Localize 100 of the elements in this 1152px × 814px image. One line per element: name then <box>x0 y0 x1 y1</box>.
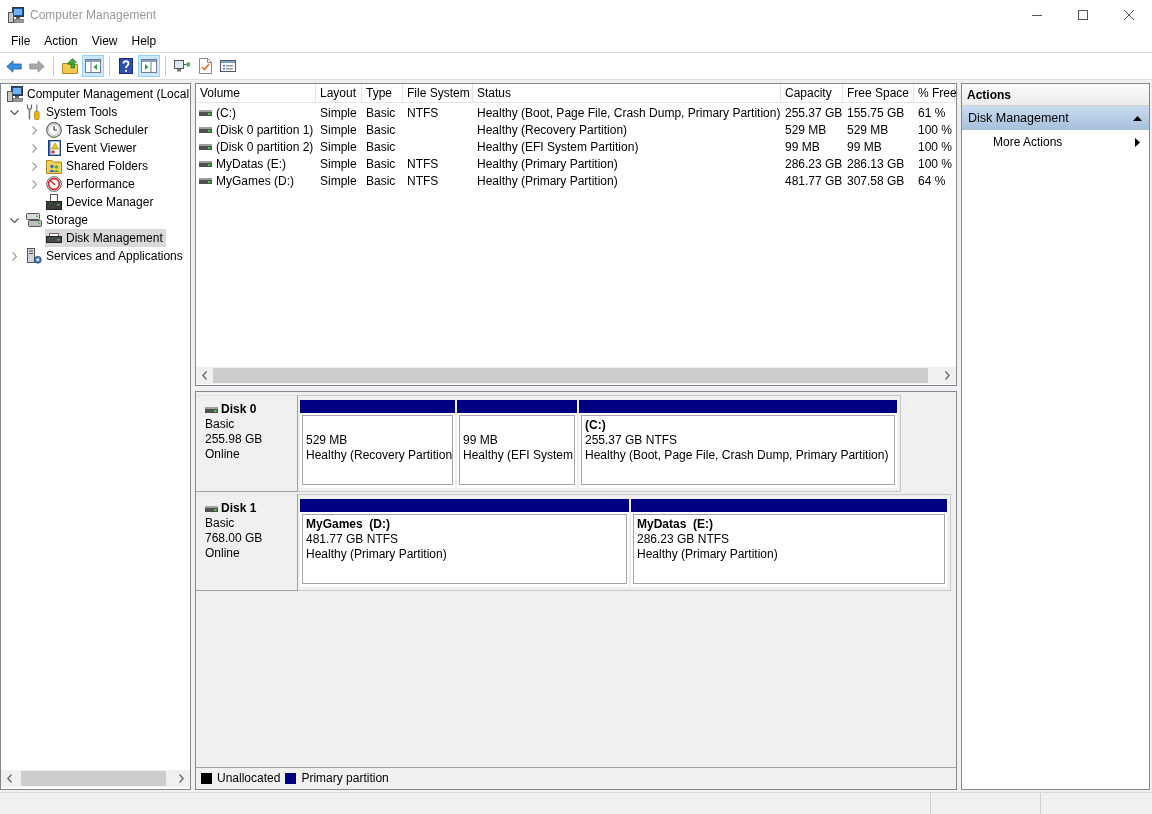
table-cell: (C:) <box>216 105 236 120</box>
column-header[interactable]: File System <box>403 84 473 103</box>
horizontal-scrollbar[interactable] <box>1 770 190 787</box>
column-header[interactable]: % Free <box>914 84 955 103</box>
maximize-icon <box>1078 10 1088 20</box>
computer-icon <box>7 86 23 102</box>
disk-size: 255.98 GB <box>205 432 263 447</box>
drive-icon <box>199 126 212 133</box>
partition-label: MyGames (D:) <box>306 517 391 532</box>
tree-item[interactable]: System Tools <box>25 103 121 121</box>
scrollbar-thumb[interactable] <box>21 771 166 786</box>
chevron-right-icon[interactable] <box>31 161 37 171</box>
chevron-right-icon[interactable] <box>31 179 37 189</box>
table-cell: Basic <box>366 156 396 171</box>
disk-panel[interactable]: Disk 0 Basic 255.98 GB Online <box>196 395 298 492</box>
action-section-header[interactable]: Disk Management <box>962 106 1149 130</box>
window-arrow-right-icon <box>141 59 157 73</box>
partition[interactable]: 529 MB Healthy (Recovery Partition <box>300 400 455 488</box>
show-action-pane-button[interactable] <box>138 55 160 77</box>
chevron-right-icon[interactable] <box>31 143 37 153</box>
column-header[interactable]: Capacity <box>781 84 843 103</box>
column-header[interactable]: Type <box>362 84 403 103</box>
table-cell: 255.37 GB <box>785 105 843 120</box>
table-cell: Simple <box>320 139 357 154</box>
table-cell: 99 MB <box>847 139 882 154</box>
partition-label: (C:) <box>585 418 606 433</box>
drive-icon <box>205 406 218 413</box>
gauge-icon <box>46 176 62 192</box>
partition[interactable]: (C:) 255.37 GB NTFS Healthy (Boot, Page File, Crash Dump, Primary Partition) <box>579 400 897 488</box>
drive-icon <box>205 505 218 512</box>
table-cell: MyDatas (E:) <box>216 156 286 171</box>
table-cell: 529 MB <box>847 122 889 137</box>
column-header[interactable]: Layout <box>316 84 362 103</box>
partition[interactable]: MyGames (D:) 481.77 GB NTFS Healthy (Primary Partition) <box>300 499 629 587</box>
partition-size: 99 MB <box>463 433 498 448</box>
menu-item[interactable]: File <box>4 31 38 51</box>
tree-item[interactable]: Event Viewer <box>45 139 140 157</box>
table-cell: (Disk 0 partition 2) <box>216 139 314 154</box>
table-row[interactable]: (C:) Simple Basic NTFS Healthy (Boot, Page File, Crash Dump, Primary Partition) 255.37 GB 155.75 GB 61 % <box>196 104 956 121</box>
table-cell: Simple <box>320 105 357 120</box>
show-tree-button[interactable] <box>82 55 104 77</box>
tree-item[interactable]: Performance <box>45 175 138 193</box>
tools-icon <box>26 104 42 120</box>
disk-size: 768.00 GB <box>205 531 263 546</box>
window-arrow-left-icon <box>85 59 101 73</box>
event-log-icon <box>46 140 62 156</box>
table-row[interactable]: MyGames (D:) Simple Basic NTFS Healthy (Primary Partition) 481.77 GB 307.58 GB 64 % <box>196 172 956 189</box>
chevron-right-icon[interactable] <box>31 125 37 135</box>
scrollbar-thumb[interactable] <box>213 368 928 383</box>
table-cell: 100 % <box>918 139 953 154</box>
tree-item[interactable]: Disk Management <box>45 229 166 247</box>
partition[interactable]: 99 MB Healthy (EFI System <box>457 400 577 488</box>
table-row[interactable]: MyDatas (E:) Simple Basic NTFS Healthy (Primary Partition) 286.23 GB 286.13 GB 100 % <box>196 155 956 172</box>
table-cell: Basic <box>366 122 396 137</box>
chevron-down-icon[interactable] <box>9 217 19 223</box>
tree-item[interactable]: Computer Management (Local <box>6 85 190 103</box>
column-header[interactable]: Status <box>473 84 781 103</box>
disk-type: Basic <box>205 417 235 432</box>
drive-icon <box>199 109 212 116</box>
table-row[interactable]: (Disk 0 partition 1) Simple Basic Healthy (Recovery Partition) 529 MB 529 MB 100 % <box>196 121 956 138</box>
table-row[interactable]: (Disk 0 partition 2) Simple Basic Healthy (EFI System Partition) 99 MB 99 MB 100 % <box>196 138 956 155</box>
tree-item[interactable]: Task Scheduler <box>45 121 152 139</box>
menu-item[interactable]: View <box>84 31 125 51</box>
back-arrow-icon <box>6 59 22 73</box>
action-item[interactable]: More Actions <box>962 130 1149 154</box>
scroll-left-icon[interactable] <box>7 774 12 783</box>
table-cell: 529 MB <box>785 122 827 137</box>
tree-item[interactable]: Shared Folders <box>45 157 152 175</box>
table-cell: Basic <box>366 105 396 120</box>
disk-type: Basic <box>205 516 235 531</box>
menu-item[interactable]: Action <box>37 31 85 51</box>
disk-panel[interactable]: Disk 1 Basic 768.00 GB Online <box>196 494 298 591</box>
tree-item[interactable]: Storage <box>25 211 92 229</box>
server-gear-icon <box>26 248 42 264</box>
help-icon <box>119 58 133 74</box>
partition-size: 481.77 GB NTFS <box>306 532 399 547</box>
chevron-right-icon[interactable] <box>11 251 17 261</box>
chevron-down-icon[interactable] <box>9 109 19 115</box>
scroll-right-icon[interactable] <box>945 371 950 380</box>
scroll-right-icon[interactable] <box>179 774 184 783</box>
menu-item[interactable]: Help <box>124 31 164 51</box>
table-cell: 100 % <box>918 156 953 171</box>
disk-status: Online <box>205 447 240 462</box>
table-cell: Basic <box>366 139 396 154</box>
close-icon <box>1124 10 1134 20</box>
scroll-left-icon[interactable] <box>202 371 207 380</box>
disk-status: Online <box>205 546 240 561</box>
tree-item[interactable]: Device Manager <box>45 193 157 211</box>
partition-status: Healthy (Recovery Partition <box>306 448 452 463</box>
up-level-button[interactable] <box>59 55 81 77</box>
table-cell: 100 % <box>918 122 953 137</box>
column-header[interactable]: Volume <box>196 84 316 103</box>
partition[interactable]: MyDatas (E:) 286.23 GB NTFS Healthy (Primary Partition) <box>631 499 947 587</box>
table-cell: Healthy (Primary Partition) <box>477 156 618 171</box>
column-header[interactable]: Free Space <box>843 84 914 103</box>
table-cell: 286.23 GB <box>785 156 843 171</box>
table-cell: Healthy (Primary Partition) <box>477 173 618 188</box>
partition-size: 255.37 GB NTFS <box>585 433 678 448</box>
horizontal-scrollbar[interactable] <box>196 367 956 384</box>
tree-item[interactable]: Services and Applications <box>25 247 186 265</box>
